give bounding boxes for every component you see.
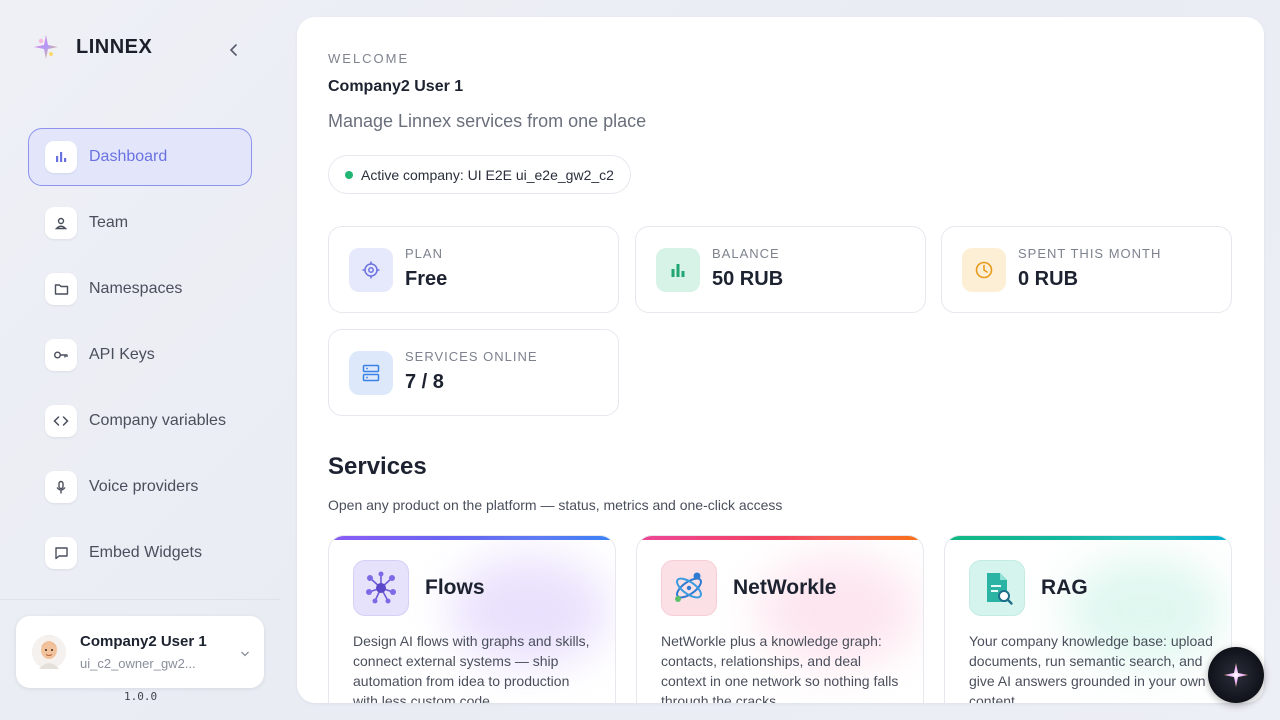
app-version: 1.0.0 xyxy=(124,690,158,703)
stat-value: 7 / 8 xyxy=(405,371,444,393)
brand[interactable]: LINNEX xyxy=(32,33,152,61)
server-icon xyxy=(349,351,393,395)
stat-value: 50 RUB xyxy=(712,268,784,290)
service-description: NetWorkle plus a knowledge graph: contac… xyxy=(661,633,899,703)
sidebar: LINNEX Dashboard Team Namespaces API Key… xyxy=(0,0,280,720)
avatar xyxy=(32,635,66,669)
service-name: Flows xyxy=(425,576,485,599)
greeting-user-name: Company2 User 1 xyxy=(328,78,464,95)
main-panel: WELCOME Company2 User 1 Manage Linnex se… xyxy=(297,17,1264,703)
service-name: NetWorkle xyxy=(733,576,837,599)
stat-card-spent: SPENT THIS MONTH 0 RUB xyxy=(941,226,1232,313)
brand-name: LINNEX xyxy=(76,35,153,58)
stat-value: Free xyxy=(405,268,448,290)
stat-card-services-online: SERVICES ONLINE 7 / 8 xyxy=(328,329,619,416)
card-accent-bar xyxy=(637,536,923,540)
services-title: Services xyxy=(328,453,427,480)
code-icon xyxy=(45,405,77,437)
service-description: Your company knowledge base: upload docu… xyxy=(969,633,1213,703)
page-tagline: Manage Linnex services from one place xyxy=(328,111,647,131)
stat-value: 0 RUB xyxy=(1018,268,1079,290)
stat-label: SERVICES ONLINE xyxy=(405,349,538,364)
bar-chart-icon xyxy=(656,248,700,292)
user-login: ui_c2_owner_gw2... xyxy=(80,656,196,671)
sidebar-item-company-variables[interactable]: Company variables xyxy=(28,392,252,450)
assistant-fab-button[interactable] xyxy=(1208,647,1264,703)
stat-label: PLAN xyxy=(405,246,443,261)
sidebar-item-label: API Keys xyxy=(89,346,155,363)
chat-bubble-icon xyxy=(45,537,77,569)
sidebar-nav: Dashboard Team Namespaces API Keys Compa… xyxy=(28,128,252,590)
sparkle-icon xyxy=(1224,663,1248,687)
folder-icon xyxy=(45,273,77,305)
bar-chart-icon xyxy=(45,141,77,173)
sidebar-item-label: Namespaces xyxy=(89,280,183,297)
target-icon xyxy=(349,248,393,292)
stat-label: SPENT THIS MONTH xyxy=(1018,246,1162,261)
stat-card-plan: PLAN Free xyxy=(328,226,619,313)
stat-label: BALANCE xyxy=(712,246,780,261)
sidebar-item-label: Dashboard xyxy=(89,148,168,165)
sidebar-item-label: Team xyxy=(89,214,129,231)
service-description: Design AI flows with graphs and skills, … xyxy=(353,633,590,703)
stat-card-balance: BALANCE 50 RUB xyxy=(635,226,926,313)
card-accent-bar xyxy=(945,536,1231,540)
collapse-sidebar-button[interactable] xyxy=(224,40,244,60)
sidebar-item-label: Voice providers xyxy=(89,478,199,495)
sidebar-item-api-keys[interactable]: API Keys xyxy=(28,326,252,384)
sidebar-item-voice-providers[interactable]: Voice providers xyxy=(28,458,252,516)
key-icon xyxy=(45,339,77,371)
card-accent-bar xyxy=(329,536,615,540)
user-icon xyxy=(45,207,77,239)
clock-icon xyxy=(962,248,1006,292)
sidebar-item-team[interactable]: Team xyxy=(28,194,252,252)
service-card-flows[interactable]: Flows Design AI flows with graphs and sk… xyxy=(328,535,616,703)
sidebar-item-label: Company variables xyxy=(89,412,226,429)
sidebar-item-embed-widgets[interactable]: Embed Widgets xyxy=(28,524,252,582)
sparkle-logo-icon xyxy=(32,33,60,61)
active-company-badge[interactable]: Active company: UI E2E ui_e2e_gw2_c2 xyxy=(328,155,631,194)
user-info: Company2 User 1 ui_c2_owner_gw2... xyxy=(80,633,207,671)
service-card-rag[interactable]: RAG Your company knowledge base: upload … xyxy=(944,535,1232,703)
sidebar-item-dashboard[interactable]: Dashboard xyxy=(28,128,252,186)
user-menu-button[interactable]: Company2 User 1 ui_c2_owner_gw2... xyxy=(16,616,264,688)
status-dot-icon xyxy=(345,171,353,179)
molecule-icon xyxy=(661,560,717,616)
sidebar-item-namespaces[interactable]: Namespaces xyxy=(28,260,252,318)
network-nodes-icon xyxy=(353,560,409,616)
chevron-down-icon xyxy=(240,646,250,660)
service-name: RAG xyxy=(1041,576,1088,599)
document-search-icon xyxy=(969,560,1025,616)
chevron-left-icon xyxy=(229,44,237,56)
sidebar-item-label: Embed Widgets xyxy=(89,544,202,561)
services-subtitle: Open any product on the platform — statu… xyxy=(328,497,783,513)
user-name: Company2 User 1 xyxy=(80,633,207,650)
active-company-label: Active company: UI E2E ui_e2e_gw2_c2 xyxy=(361,166,614,183)
service-card-networkle[interactable]: NetWorkle NetWorkle plus a knowledge gra… xyxy=(636,535,924,703)
sidebar-divider xyxy=(0,599,280,600)
microphone-icon xyxy=(45,471,77,503)
welcome-label: WELCOME xyxy=(328,51,410,66)
